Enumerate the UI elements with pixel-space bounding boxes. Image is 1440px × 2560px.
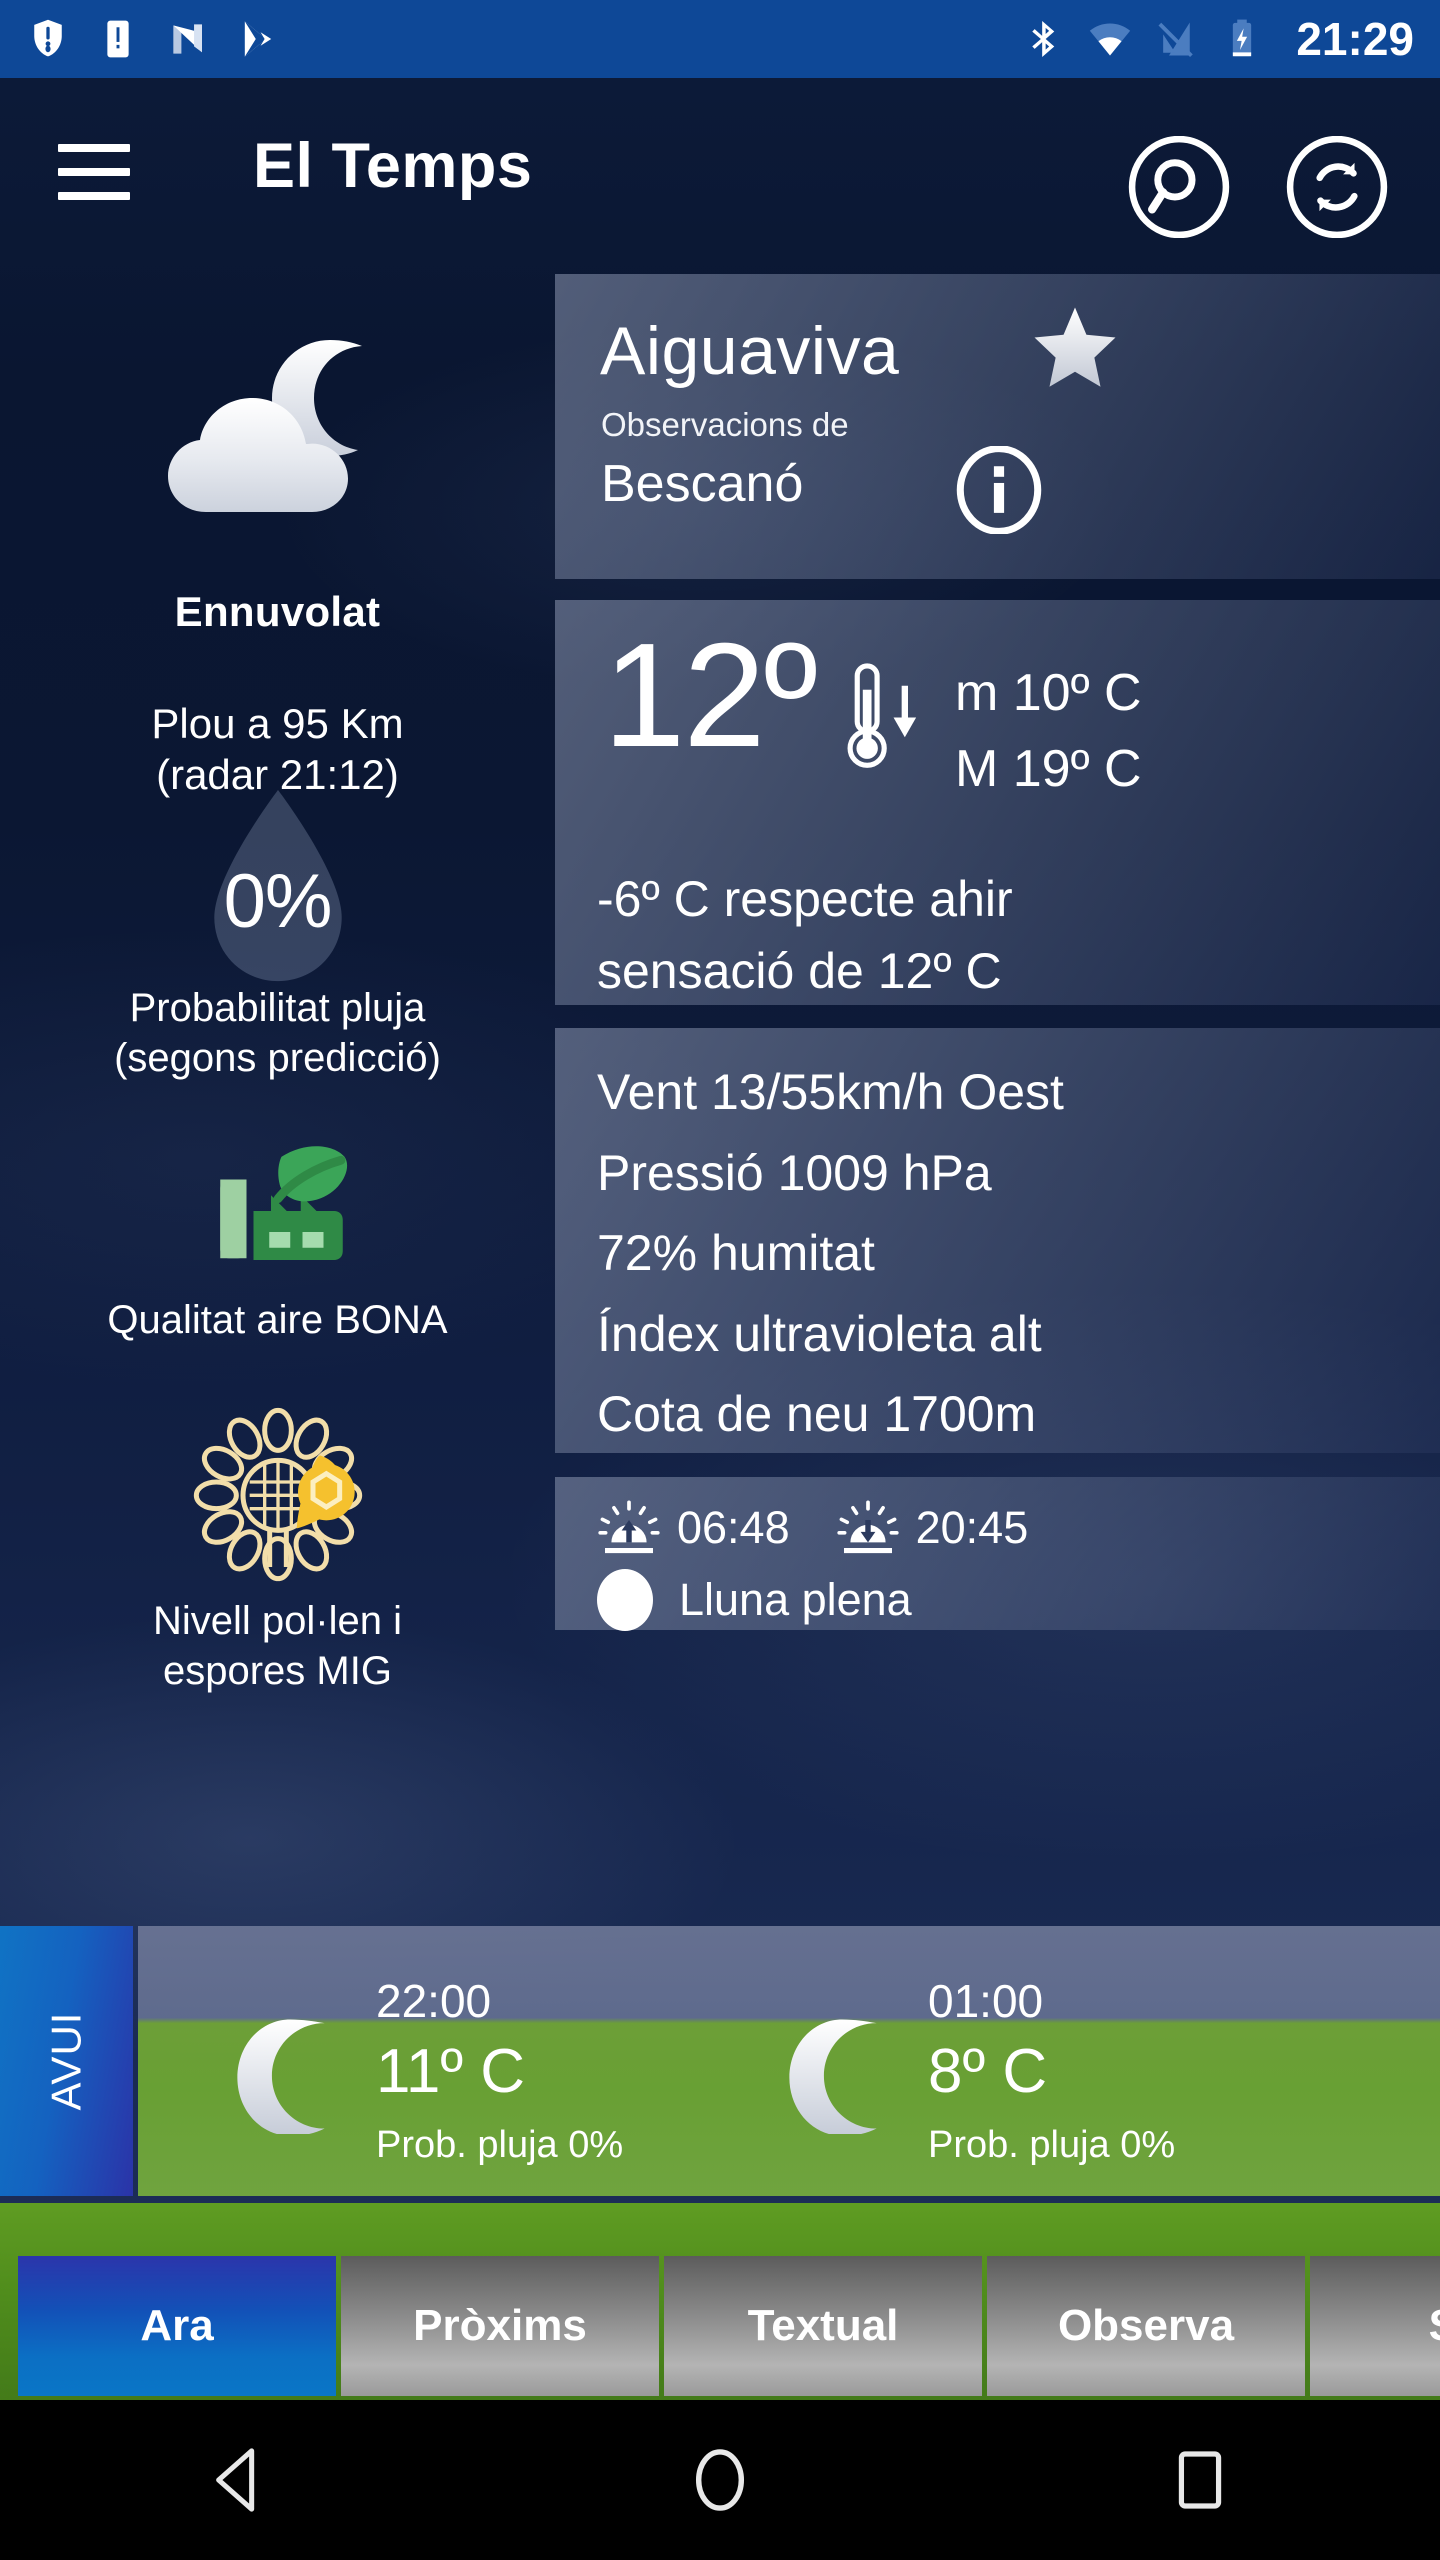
left-summary-column: Ennuvolat Plou a 95 Km (radar 21:12) 0% … [0, 264, 555, 1864]
pollen-label-line1: Nivell pol·len i [153, 1599, 402, 1644]
signal-off-icon [1158, 22, 1194, 58]
hourly-time: 01:00 [928, 1975, 1044, 2027]
pollen-label: Nivell pol·len i espores MIG [153, 1596, 402, 1696]
n-app-icon [173, 24, 202, 54]
hamburger-menu-icon[interactable] [58, 144, 130, 200]
refresh-icon[interactable] [1286, 136, 1388, 238]
status-bar-notification-icons [26, 16, 280, 62]
bluetooth-icon [1032, 21, 1055, 57]
tab-ara[interactable]: Ara [18, 2256, 336, 2396]
thermometer-down-icon [847, 663, 917, 768]
radar-distance: Plou a 95 Km [151, 700, 404, 747]
moon-phase-label: Lluna plena [679, 1574, 912, 1625]
detail-pressure: Pressió 1009 hPa [597, 1144, 992, 1201]
hourly-forecast-strip: AVUI 22:00 11º C Prob. pluja 0% 01:00 8º… [0, 1878, 1440, 2203]
hourly-items-panel[interactable]: 22:00 11º C Prob. pluja 0% 01:00 8º C Pr… [138, 1926, 1440, 2196]
hourly-temperature: 11º C [376, 2037, 526, 2106]
sunrise-time: 06:48 [677, 1502, 790, 1553]
status-bar-clock: 21:29 [1296, 13, 1414, 65]
sun-moon-card[interactable]: 06:48 20:45 Lluna plena [555, 1477, 1440, 1631]
weather-details-list: Vent 13/55km/h Oest Pressió 1009 hPa 72%… [597, 1052, 1064, 1455]
sunrise-sunset-row: 06:48 20:45 [597, 1499, 1058, 1557]
rain-probability-caption: Probabilitat pluja (segons predicció) [114, 983, 441, 1083]
status-bar: 21:29 [0, 0, 1440, 78]
info-icon[interactable] [955, 446, 1043, 534]
moon-phase-row: Lluna plena [597, 1569, 912, 1631]
weather-details-card[interactable]: Vent 13/55km/h Oest Pressió 1009 hPa 72%… [555, 1028, 1440, 1453]
sunset-time: 20:45 [915, 1502, 1029, 1553]
android-navigation-bar [0, 2400, 1440, 2560]
temperature-vs-yesterday: -6º C respecte ahir [597, 871, 1013, 927]
detail-snow-level: Cota de neu 1700m [597, 1386, 1037, 1442]
play-store-icon [244, 21, 272, 57]
observations-label: Observacions de [601, 406, 849, 443]
day-tab-avui[interactable]: AVUI [0, 1926, 133, 2196]
wifi-icon [1090, 23, 1131, 56]
hourly-item[interactable]: 01:00 8º C Prob. pluja 0% [778, 1926, 1338, 2196]
phone-screen: 21:29 El Temps Ennuvolat Plou a 95 Km (r… [0, 0, 1440, 2560]
temperature-feels-like: sensació de 12º C [597, 943, 1002, 999]
bottom-tab-bar: Ara Pròxims Textual Observa Soc [0, 2256, 1440, 2396]
back-triangle-icon[interactable] [180, 2430, 300, 2530]
battery-charging-icon [1233, 19, 1252, 57]
sunflower-pollen-icon [193, 1408, 362, 1582]
cloudy-night-icon [167, 340, 362, 512]
hourly-rain-probability: Prob. pluja 0% [376, 2124, 624, 2166]
crescent-moon-icon [237, 2019, 325, 2134]
observations-town: Bescanó [601, 455, 804, 513]
sky-condition-label: Ennuvolat [174, 588, 381, 635]
hourly-rain-probability: Prob. pluja 0% [928, 2124, 1176, 2166]
sunrise-icon [598, 1500, 660, 1554]
temperature-min: m 10º C [955, 664, 1142, 722]
day-tab-label: AVUI [42, 2011, 90, 2111]
rain-probability-value: 0% [223, 859, 333, 945]
shield-alert-icon [34, 19, 62, 57]
temperature-max: M 19º C [955, 740, 1142, 798]
sunset-icon [836, 1500, 899, 1554]
detail-humidity: 72% humitat [597, 1225, 875, 1281]
status-bar-system-icons: 21:29 [1022, 12, 1414, 66]
crescent-moon-icon [789, 2019, 877, 2134]
app-bar: El Temps [0, 78, 1440, 264]
page-title: El Temps [253, 131, 533, 201]
tab-social[interactable]: Soc [1310, 2256, 1440, 2396]
current-temperature: 12º [603, 613, 818, 778]
factory-leaf-icon [219, 1146, 347, 1261]
hourly-temperature: 8º C [928, 2037, 1048, 2106]
home-circle-icon[interactable] [660, 2430, 780, 2530]
hourly-time: 22:00 [376, 1975, 492, 2027]
detail-uv-index: Índex ultravioleta alt [597, 1305, 1042, 1362]
pollen-label-line2: espores MIG [163, 1649, 392, 1694]
temperature-card[interactable]: 12º m 10º C M 19º C -6º C respecte ahir … [555, 600, 1440, 1005]
rain-caption-line2: (segons predicció) [114, 1036, 441, 1081]
search-icon[interactable] [1128, 136, 1230, 238]
location-card[interactable]: Aiguaviva Observacions de Bescanó [555, 274, 1440, 579]
air-quality-label: Qualitat aire BONA [107, 1298, 448, 1343]
full-moon-icon [597, 1569, 653, 1631]
city-name: Aiguaviva [600, 313, 900, 389]
recents-square-icon[interactable] [1140, 2430, 1260, 2530]
rain-probability-block: 0% [128, 782, 428, 997]
star-icon[interactable] [1030, 304, 1120, 392]
tab-proxims[interactable]: Pròxims [341, 2256, 659, 2396]
hourly-item[interactable]: 22:00 11º C Prob. pluja 0% [226, 1926, 786, 2196]
tab-observa[interactable]: Observa [987, 2256, 1305, 2396]
device-alert-icon [107, 20, 129, 58]
tab-textual[interactable]: Textual [664, 2256, 982, 2396]
detail-wind: Vent 13/55km/h Oest [597, 1064, 1064, 1120]
